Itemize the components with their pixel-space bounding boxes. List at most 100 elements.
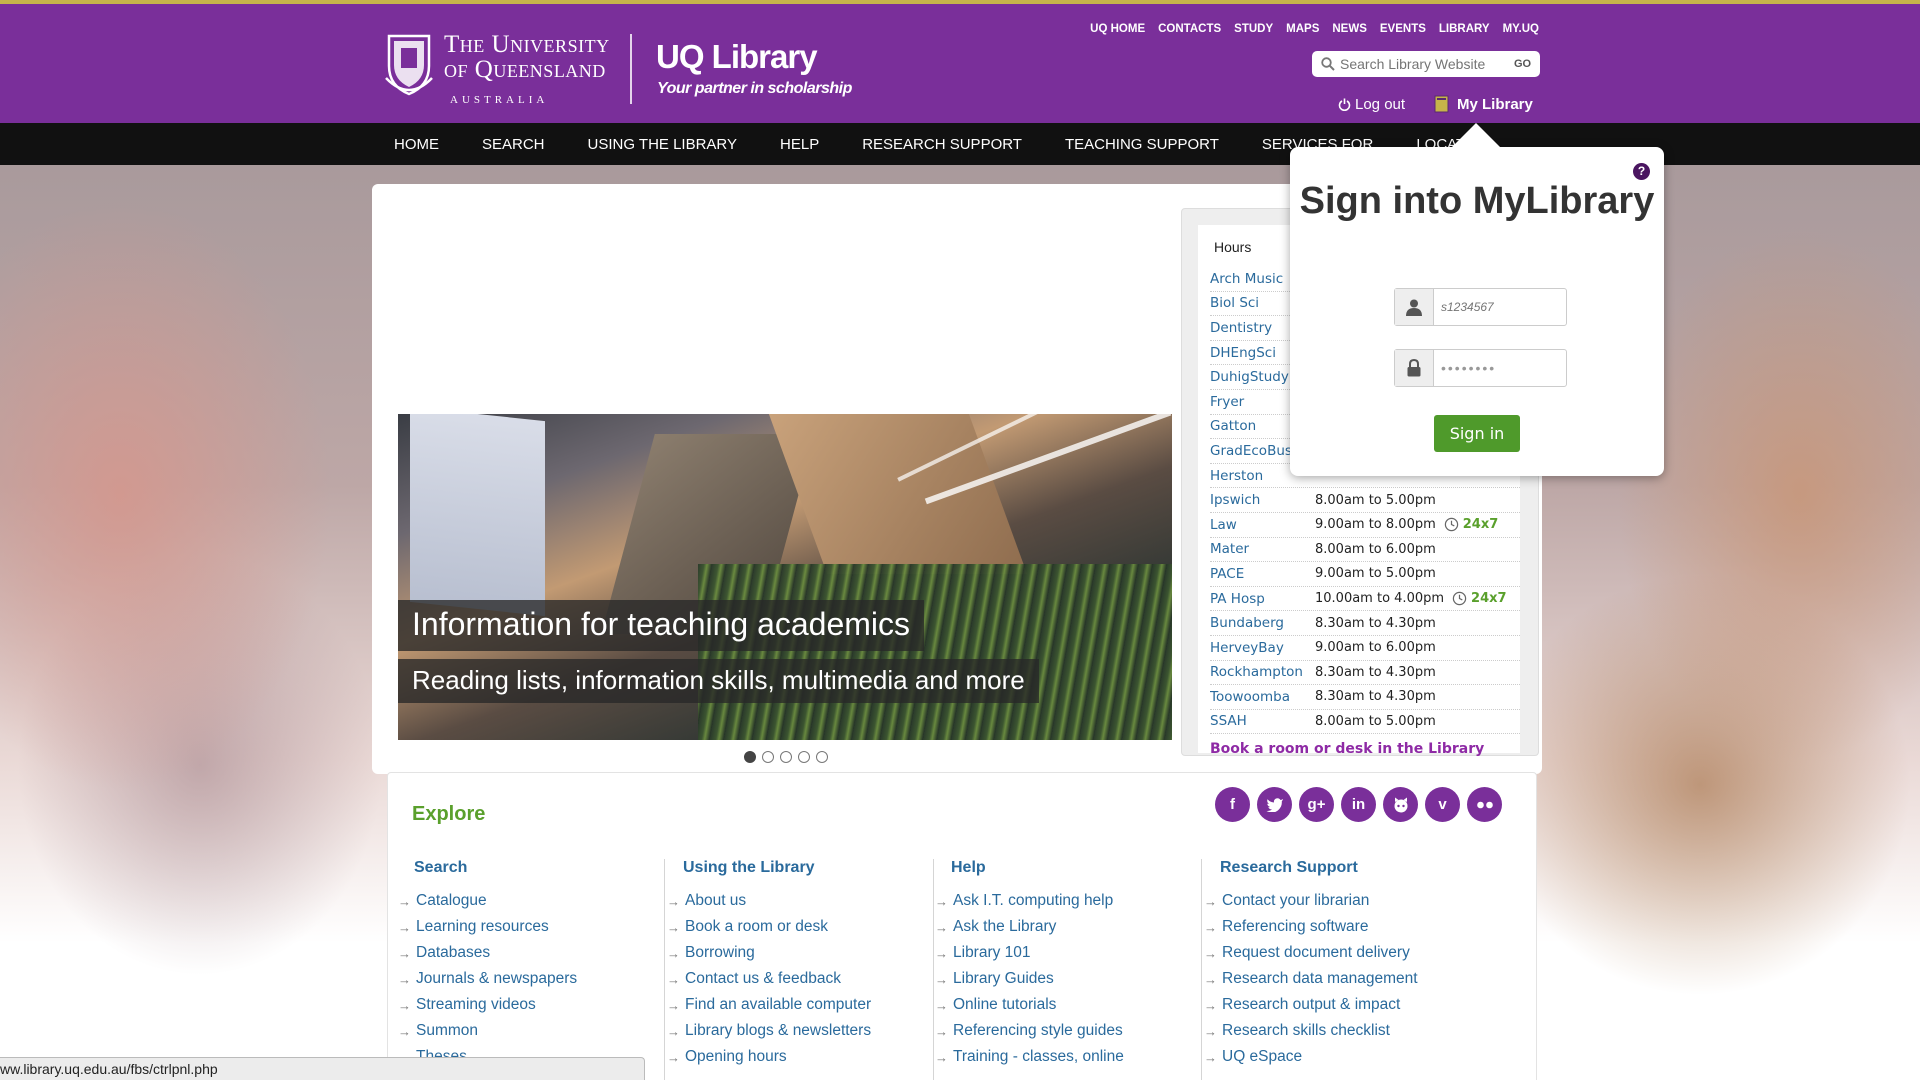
hours-library-name[interactable]: Bundaberg	[1210, 615, 1315, 631]
explore-link[interactable]: → Research skills checklist	[1194, 1018, 1444, 1044]
explore-link[interactable]: → Referencing style guides	[925, 1018, 1175, 1044]
explore-link[interactable]: → Catalogue	[388, 888, 638, 914]
toplink-library[interactable]: LIBRARY	[1439, 23, 1490, 35]
hours-row: Toowoomba 8.30am to 4.30pm	[1210, 685, 1520, 710]
slider-dot-4[interactable]	[798, 751, 810, 763]
university-name-line1: The University	[444, 31, 610, 58]
nav-research-support[interactable]: RESEARCH SUPPORT	[862, 136, 1022, 153]
explore-link[interactable]: → Find an available computer	[657, 992, 907, 1018]
hours-tab[interactable]: Hours	[1214, 239, 1251, 255]
popup-pointer	[1452, 123, 1500, 147]
hours-library-name[interactable]: Toowoomba	[1210, 689, 1315, 705]
arrow-right-icon: →	[1204, 919, 1217, 935]
explore-column-research-support: Research Support → Contact your librarian…	[1194, 859, 1444, 1070]
nav-help[interactable]: HELP	[780, 136, 819, 153]
explore-link[interactable]: → Online tutorials	[925, 992, 1175, 1018]
search-icon	[1321, 57, 1335, 71]
explore-link[interactable]: → Journals & newspapers	[388, 966, 638, 992]
hours-library-name[interactable]: Law	[1210, 517, 1315, 533]
slide-caption-title[interactable]: Information for teaching academics	[398, 600, 925, 651]
toplink-maps[interactable]: MAPS	[1286, 23, 1319, 35]
explore-link[interactable]: → Streaming videos	[388, 992, 638, 1018]
search-go-button[interactable]: GO	[1514, 58, 1531, 70]
slider-dot-2[interactable]	[762, 751, 774, 763]
column-heading[interactable]: Research Support	[1220, 859, 1444, 877]
link-list: → Contact your librarian → Referencing sof…	[1194, 888, 1444, 1070]
username-input[interactable]	[1441, 289, 1561, 325]
hours-library-name[interactable]: HerveyBay	[1210, 640, 1315, 656]
explore-link[interactable]: → Request document delivery	[1194, 940, 1444, 966]
column-heading[interactable]: Using the Library	[683, 859, 907, 877]
toplink-my-uq[interactable]: MY.UQ	[1503, 23, 1539, 35]
hours-library-name[interactable]: PACE	[1210, 566, 1315, 582]
explore-link-label: Opening hours	[685, 1048, 787, 1065]
toplink-news[interactable]: NEWS	[1332, 23, 1367, 35]
lock-icon	[1395, 350, 1434, 386]
hours-library-name[interactable]: SSAH	[1210, 713, 1315, 729]
explore-link-label: Summon	[416, 1022, 479, 1039]
explore-link[interactable]: → Library blogs & newsletters	[657, 1018, 907, 1044]
slider-dot-3[interactable]	[780, 751, 792, 763]
explore-link[interactable]: → About us	[657, 888, 907, 914]
explore-link[interactable]: → Contact your librarian	[1194, 888, 1444, 914]
slider-dot-1[interactable]	[744, 751, 756, 763]
explore-link-label: Research output & impact	[1222, 996, 1401, 1013]
explore-link[interactable]: → Opening hours	[657, 1044, 907, 1070]
nav-home[interactable]: HOME	[394, 136, 439, 153]
toplink-contacts[interactable]: CONTACTS	[1158, 23, 1221, 35]
password-input[interactable]	[1441, 350, 1561, 386]
hours-library-name[interactable]: Rockhampton	[1210, 664, 1315, 680]
twitter-icon[interactable]	[1257, 787, 1292, 822]
linkedin-icon[interactable]: in	[1341, 787, 1376, 822]
column-heading[interactable]: Search	[414, 859, 638, 877]
hours-library-name[interactable]: Ipswich	[1210, 492, 1315, 508]
arrow-right-icon: →	[1204, 1023, 1217, 1039]
explore-link[interactable]: → Library 101	[925, 940, 1175, 966]
explore-link[interactable]: → Ask the Library	[925, 914, 1175, 940]
nav-using-the-library[interactable]: USING THE LIBRARY	[588, 136, 738, 153]
university-name[interactable]: The University of Queensland AUSTRALIA	[444, 32, 610, 113]
explore-link[interactable]: → Databases	[388, 940, 638, 966]
arrow-right-icon: →	[667, 919, 680, 935]
uq-crest-logo[interactable]	[384, 32, 434, 96]
explore-link[interactable]: → Research output & impact	[1194, 992, 1444, 1018]
explore-link[interactable]: → Borrowing	[657, 940, 907, 966]
nav-search[interactable]: SEARCH	[482, 136, 545, 153]
facebook-icon[interactable]: f	[1215, 787, 1250, 822]
signin-button[interactable]: Sign in	[1434, 415, 1520, 452]
hours-library-name[interactable]: Mater	[1210, 541, 1315, 557]
nav-teaching-support[interactable]: TEACHING SUPPORT	[1065, 136, 1219, 153]
google-plus-icon[interactable]: g+	[1299, 787, 1334, 822]
open-24x7-badge: 24x7	[1444, 517, 1498, 532]
toplink-study[interactable]: STUDY	[1234, 23, 1273, 35]
explore-link[interactable]: → UQ eSpace	[1194, 1044, 1444, 1070]
explore-link[interactable]: → Book a room or desk	[657, 914, 907, 940]
explore-link-label: Book a room or desk	[685, 918, 829, 935]
book-room-link[interactable]: Book a room or desk in the Library	[1210, 741, 1484, 757]
toplink-events[interactable]: EVENTS	[1380, 23, 1426, 35]
my-library-link[interactable]: My Library	[1434, 95, 1533, 113]
github-icon[interactable]	[1383, 787, 1418, 822]
explore-link-label: Library Guides	[953, 970, 1054, 987]
top-links: UQ HOME CONTACTS STUDY MAPS NEWS EVENTS …	[1090, 23, 1539, 35]
logout-link[interactable]: Log out	[1338, 96, 1405, 113]
slide-projector-screen	[410, 414, 545, 617]
site-title[interactable]: UQ Library	[656, 38, 818, 76]
explore-link[interactable]: → Training - classes, online	[925, 1044, 1175, 1070]
explore-link[interactable]: → Summon	[388, 1018, 638, 1044]
explore-link[interactable]: → Ask I.T. computing help	[925, 888, 1175, 914]
explore-link[interactable]: → Learning resources	[388, 914, 638, 940]
column-heading[interactable]: Help	[951, 859, 1175, 877]
vimeo-icon[interactable]: v	[1425, 787, 1460, 822]
search-input[interactable]	[1340, 56, 1510, 72]
explore-link[interactable]: → Contact us & feedback	[657, 966, 907, 992]
flickr-icon[interactable]	[1467, 787, 1502, 822]
explore-link[interactable]: → Referencing software	[1194, 914, 1444, 940]
slide-caption-subtitle[interactable]: Reading lists, information skills, multi…	[398, 659, 1039, 703]
slider-dot-5[interactable]	[816, 751, 828, 763]
explore-link[interactable]: → Library Guides	[925, 966, 1175, 992]
explore-link[interactable]: → Research data management	[1194, 966, 1444, 992]
hero-slide[interactable]: Information for teaching academics Readi…	[398, 414, 1172, 740]
hours-library-name[interactable]: PA Hosp	[1210, 591, 1315, 607]
toplink-uq-home[interactable]: UQ HOME	[1090, 23, 1145, 35]
